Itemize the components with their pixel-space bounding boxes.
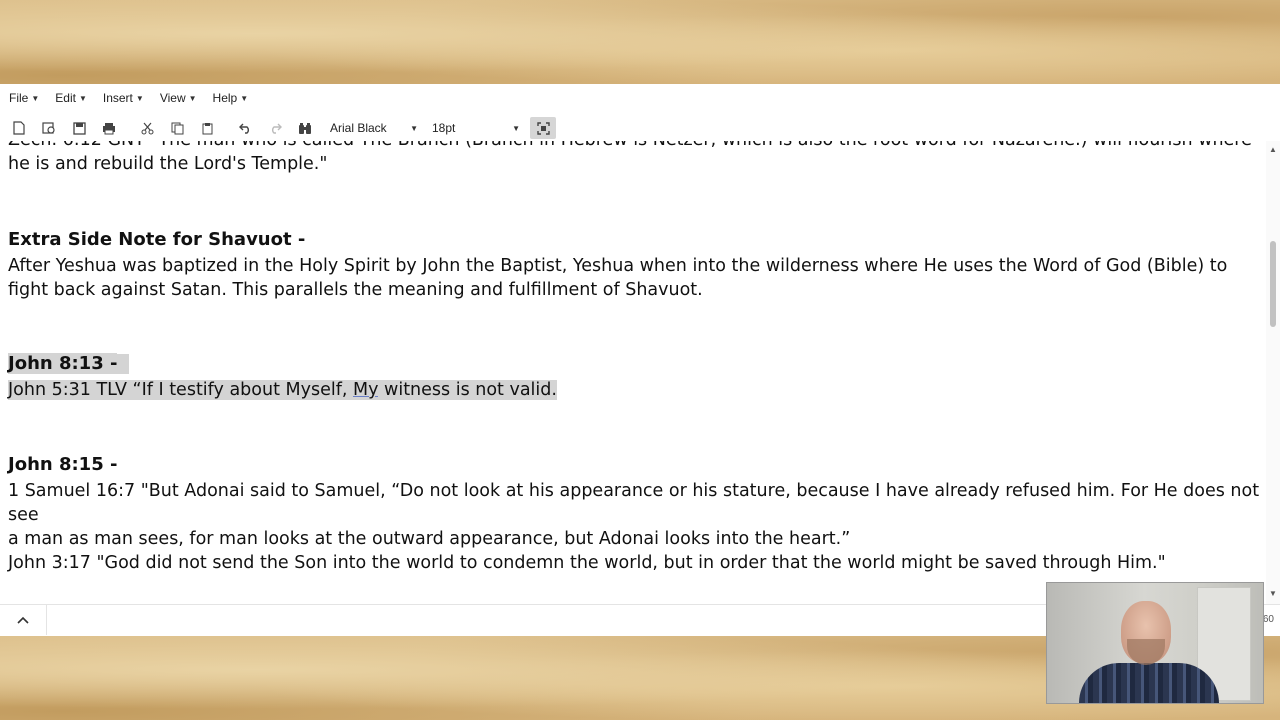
paste-icon[interactable] <box>194 117 220 139</box>
chevron-down-icon: ▼ <box>31 93 40 103</box>
menu-view[interactable]: View ▼ <box>160 91 197 105</box>
chevron-down-icon: ▼ <box>410 123 418 133</box>
font-size-select[interactable]: 18pt ▼ <box>428 117 524 139</box>
chevron-down-icon: ▼ <box>512 123 520 133</box>
document-body[interactable]: Zech. 6:12 GNT "The man who is called Th… <box>0 141 1264 604</box>
toolbar: Arial Black ▼ 18pt ▼ <box>0 115 1280 141</box>
save-icon[interactable] <box>66 117 92 139</box>
print-icon[interactable] <box>96 117 122 139</box>
scroll-up-icon[interactable]: ▲ <box>1268 145 1278 155</box>
new-document-icon[interactable] <box>6 117 32 139</box>
undo-icon[interactable] <box>232 117 258 139</box>
menu-file[interactable]: File ▼ <box>9 91 39 105</box>
redo-icon[interactable] <box>262 117 288 139</box>
chevron-up-icon[interactable] <box>0 605 47 635</box>
find-icon[interactable] <box>292 117 318 139</box>
chevron-down-icon: ▼ <box>78 93 87 103</box>
font-family-select[interactable]: Arial Black ▼ <box>326 117 422 139</box>
scroll-thumb[interactable] <box>1270 241 1276 327</box>
paragraph-zech: Zech. 6:12 GNT "The man who is called Th… <box>8 141 1252 174</box>
paragraph-shavuot: After Yeshua was baptized in the Holy Sp… <box>8 256 1228 300</box>
paragraph-samuel: 1 Samuel 16:7 "But Adonai said to Samuel… <box>8 481 1260 549</box>
heading-shavuot: Extra Side Note for Shavuot - <box>8 229 306 250</box>
cut-icon[interactable] <box>134 117 160 139</box>
vertical-scrollbar[interactable]: ▲ ▼ <box>1266 141 1280 604</box>
menu-edit[interactable]: Edit ▼ <box>55 91 87 105</box>
menu-insert[interactable]: Insert ▼ <box>103 91 144 105</box>
menubar: File ▼ Edit ▼ Insert ▼ View ▼ Help ▼ <box>0 84 1280 112</box>
chevron-down-icon: ▼ <box>188 93 197 103</box>
heading-john-8-15: John 8:15 - <box>8 454 118 475</box>
background-parchment-top <box>0 0 1280 84</box>
fullscreen-icon[interactable] <box>530 117 556 139</box>
paragraph-john-3-17: John 3:17 "God did not send the Son into… <box>8 553 1166 573</box>
chevron-down-icon: ▼ <box>240 93 249 103</box>
word-count: 60 <box>1262 614 1274 625</box>
text-editor: File ▼ Edit ▼ Insert ▼ View ▼ Help ▼ Ari… <box>0 84 1280 636</box>
scroll-down-icon[interactable]: ▼ <box>1268 589 1278 599</box>
menu-help[interactable]: Help ▼ <box>213 91 249 105</box>
preview-icon[interactable] <box>36 117 62 139</box>
chevron-down-icon: ▼ <box>135 93 144 103</box>
selected-heading-john-8-13: John 8:13 - <box>8 352 1260 376</box>
selected-paragraph-john-5-31: John 5:31 TLV “If I testify about Myself… <box>8 380 557 400</box>
webcam-overlay <box>1046 582 1264 704</box>
copy-icon[interactable] <box>164 117 190 139</box>
